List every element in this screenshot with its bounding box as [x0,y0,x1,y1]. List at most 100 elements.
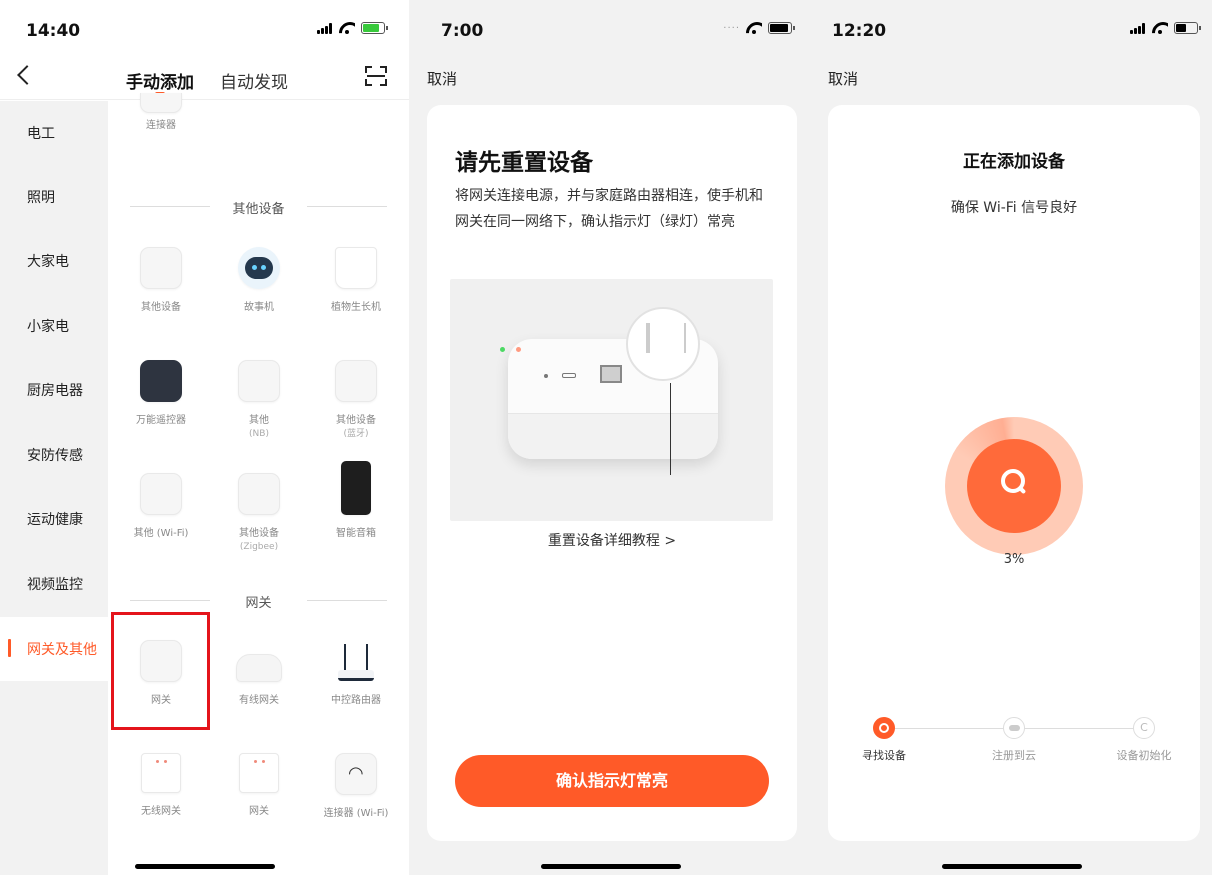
green-led-icon [500,347,505,352]
sidebar-item-health[interactable]: 运动健康 [0,487,108,551]
sidebar-item-video[interactable]: 视频监控 [0,552,108,616]
device-label: 其他设备 [336,415,376,426]
signal-icon [317,22,333,34]
device-box-icon [335,360,377,402]
device-label: 连接器 [146,120,176,131]
device-router[interactable]: 中控路由器 [308,640,404,708]
tab-manual-add[interactable]: 手动添加 [126,68,194,93]
device-sublabel: (Zigbee) [239,542,279,552]
device-wired-gateway[interactable]: 有线网关 [211,640,307,708]
confirm-indicator-button[interactable]: 确认指示灯常亮 [455,755,769,807]
init-c-icon: C [1133,717,1155,739]
progress-steps: 寻找设备 注册到云 C 设备初始化 [858,717,1172,767]
device-gateway-2[interactable]: 网关 [211,753,307,819]
device-label: 其他 [249,415,269,426]
device-label: 网关 [249,806,269,817]
step-register-cloud: 注册到云 [974,717,1054,763]
wifi-icon [746,22,762,34]
phone-reset-device: 7:00 ···· 取消 请先重置设备 将网关连接电源，并与家庭路由器相连，使手… [409,0,812,875]
device-plant-grower[interactable]: 植物生长机 [308,247,404,315]
sidebar-item-kitchen[interactable]: 厨房电器 [0,358,108,422]
callout-line [670,383,671,475]
remote-icon [140,360,182,402]
sidebar-item-label: 运动健康 [27,512,83,528]
device-grid: 连接器 其他设备 其他设备 故事机 植物生长机 万能遥控器 其他 (NB) 其他… [108,93,409,875]
device-box-icon [140,247,182,289]
device-other-nb[interactable]: 其他 (NB) [211,360,307,440]
device-box-icon [238,360,280,402]
connector-icon [140,93,182,113]
device-sublabel: (蓝牙) [343,429,369,439]
scan-qr-icon[interactable] [365,66,387,86]
robot-icon [238,247,280,289]
step-find-device: 寻找设备 [844,717,924,763]
device-connector-wifi[interactable]: 连接器 (Wi-Fi) [308,753,404,821]
step-initialize: C 设备初始化 [1104,717,1184,763]
status-bar: 7:00 ···· [409,0,812,60]
device-story-machine[interactable]: 故事机 [211,247,307,315]
device-label: 其他 (Wi-Fi) [133,528,189,539]
device-other-bluetooth[interactable]: 其他设备 (蓝牙) [308,360,404,440]
device-label: 有线网关 [239,695,279,706]
sidebar-item-small-appliances[interactable]: 小家电 [0,294,108,358]
cancel-button[interactable]: 取消 [427,68,457,89]
searching-radar [945,417,1083,555]
device-other-wifi[interactable]: 其他 (Wi-Fi) [113,473,209,541]
device-label: 其他设备 [141,302,181,313]
progress-percent: 3% [1003,552,1025,567]
sidebar-item-electrician[interactable]: 电工 [0,101,108,165]
category-sidebar: 电工 照明 大家电 小家电 厨房电器 安防传感 运动健康 视频监控 网关及其他 [0,101,108,875]
section-title-other: 其他设备 [108,198,409,217]
wifi-connector-icon [335,753,377,795]
page-title: 正在添加设备 [963,152,1065,172]
no-signal-dots-icon: ···· [723,22,740,34]
phone-adding-device: 12:20 取消 正在添加设备 确保 Wi-Fi 信号良好 3% 寻找设备 注册… [812,0,1212,875]
sidebar-item-large-appliances[interactable]: 大家电 [0,229,108,293]
sidebar-item-label: 大家电 [27,254,69,270]
reset-card: 请先重置设备 将网关连接电源，并与家庭路由器相连，使手机和网关在同一网络下，确认… [427,105,797,841]
adding-card: 正在添加设备 确保 Wi-Fi 信号良好 3% 寻找设备 注册到云 C 设备初始… [828,105,1200,841]
device-label: 万能遥控器 [136,415,186,426]
sidebar-item-label: 照明 [27,190,55,206]
device-label: 中控路由器 [331,695,381,706]
speaker-icon [341,461,371,515]
port-zoom-callout [626,307,700,381]
search-icon [1001,469,1025,493]
device-other-zigbee[interactable]: 其他设备 (Zigbee) [211,473,307,553]
home-indicator [134,864,275,869]
sidebar-item-security[interactable]: 安防传感 [0,423,108,487]
sidebar-item-gateway-other[interactable]: 网关及其他 [0,617,108,681]
device-label: 智能音箱 [336,528,376,539]
device-box-icon [140,473,182,515]
sidebar-item-lighting[interactable]: 照明 [0,165,108,229]
step-label: 注册到云 [992,749,1036,762]
status-time: 14:40 [26,21,81,41]
home-indicator [540,864,681,869]
reset-tutorial-link[interactable]: 重置设备详细教程 > [427,530,797,550]
section-title-gateway: 网关 [108,592,409,611]
gateway-device-image [450,279,773,521]
sidebar-item-label: 厨房电器 [27,383,83,399]
sidebar-item-label: 网关及其他 [27,642,97,658]
plant-pot-icon [335,247,377,289]
cancel-button[interactable]: 取消 [828,68,858,89]
reset-description: 将网关连接电源，并与家庭路由器相连，使手机和网关在同一网络下，确认指示灯（绿灯）… [455,188,763,230]
back-arrow-icon[interactable] [17,65,37,85]
sidebar-item-label: 小家电 [27,319,69,335]
reset-hole-icon [544,374,548,378]
device-label: 无线网关 [141,806,181,817]
device-sublabel: (NB) [249,429,269,439]
step-active-icon [873,717,895,739]
device-smart-speaker[interactable]: 智能音箱 [308,461,404,541]
device-universal-remote[interactable]: 万能遥控器 [113,360,209,428]
red-led-icon [516,347,521,352]
device-wireless-gateway[interactable]: 无线网关 [113,753,209,819]
device-box-icon [238,473,280,515]
device-other[interactable]: 其他设备 [113,247,209,315]
highlight-box [111,612,210,730]
step-label: 设备初始化 [1116,749,1172,762]
battery-icon [1174,22,1201,34]
device-connector-top[interactable]: 连接器 [113,93,209,133]
wifi-icon [339,22,355,34]
tab-auto-discover[interactable]: 自动发现 [220,68,288,93]
